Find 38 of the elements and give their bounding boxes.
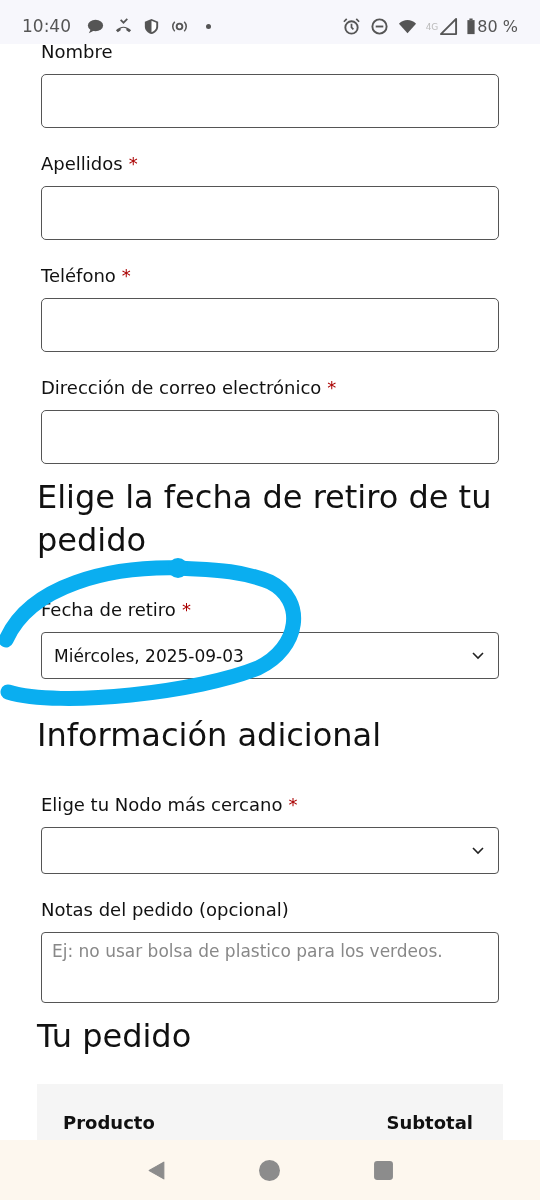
- home-icon[interactable]: [259, 1159, 281, 1181]
- battery-icon: [467, 17, 476, 35]
- field-label: Elige tu Nodo más cercano: [41, 793, 283, 817]
- column-header: Subtotal: [386, 1112, 473, 1133]
- field-label: Dirección de correo electrónico: [41, 376, 322, 400]
- network-type: 4G: [425, 22, 439, 32]
- field-label: Notas del pedido (opcional): [41, 898, 289, 922]
- section-heading: Información adicional: [37, 715, 383, 756]
- text-field[interactable]: [41, 74, 499, 128]
- dropdown-field[interactable]: [41, 827, 499, 874]
- required-mark: *: [181, 598, 191, 622]
- chevron-down-icon: [472, 846, 484, 855]
- shield-icon: [142, 16, 161, 36]
- recents-icon[interactable]: [372, 1159, 394, 1181]
- text-field[interactable]: [41, 410, 499, 464]
- required-mark: *: [128, 152, 138, 176]
- dot-icon: [206, 23, 211, 29]
- battery-percent: 80 %: [477, 16, 518, 36]
- dropdown-field[interactable]: Miércoles, 2025-09-03: [41, 632, 499, 679]
- required-mark: *: [327, 376, 337, 400]
- section-heading: Tu pedido: [37, 1016, 193, 1057]
- back-icon[interactable]: [146, 1159, 168, 1181]
- required-mark: *: [121, 264, 131, 288]
- clock: 10:40: [22, 16, 71, 36]
- alarm-icon: [341, 16, 361, 36]
- field-label: Apellidos: [41, 152, 123, 176]
- do-not-disturb-icon: [369, 16, 389, 36]
- text-field[interactable]: [41, 298, 499, 352]
- column-header: Producto: [63, 1112, 155, 1133]
- text-field[interactable]: [41, 186, 499, 240]
- field-label: Nombre: [41, 40, 113, 64]
- chevron-down-icon: [472, 651, 484, 660]
- section-heading: Elige la fecha de retiro de tu pedido: [37, 477, 493, 561]
- field-label: Fecha de retiro: [41, 598, 176, 622]
- field-label: Teléfono: [41, 264, 116, 288]
- required-mark: *: [288, 793, 298, 817]
- notes-field[interactable]: Ej: no usar bolsa de plastico para los verdeos.: [41, 932, 499, 1003]
- signal-icon: [439, 16, 459, 36]
